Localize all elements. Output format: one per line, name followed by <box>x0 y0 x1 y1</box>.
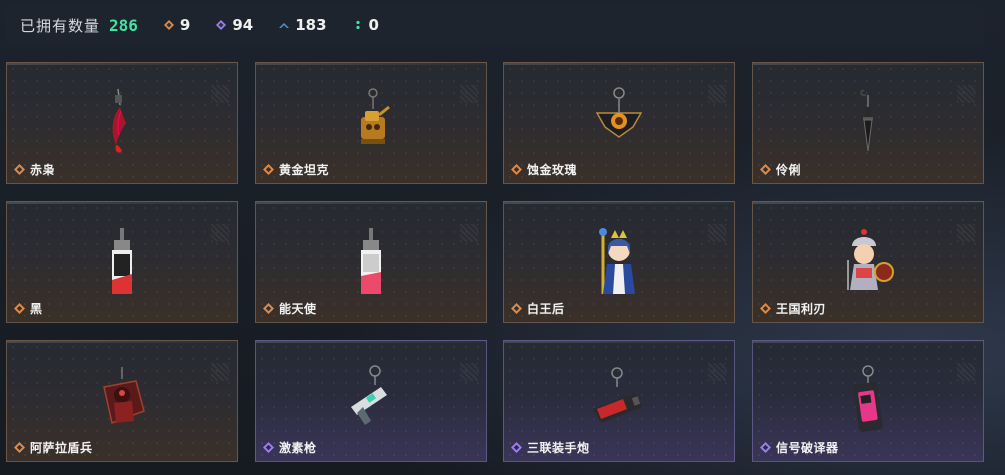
item-name: 王国利刃 <box>776 302 827 316</box>
card-top-line <box>504 341 734 343</box>
card-top-line <box>753 341 983 343</box>
item-name: 黄金坦克 <box>279 163 330 177</box>
purple-diamond-icon <box>760 442 771 453</box>
corner-pattern <box>957 85 975 103</box>
hormone-gun-charm-icon <box>351 365 387 425</box>
item-label-row: 信号破译器 <box>760 439 839 456</box>
item-name: 蚀金玫瑰 <box>527 163 578 177</box>
item-label-row: 能天使 <box>263 300 317 317</box>
signal-decoder-charm-icon <box>853 365 883 432</box>
orange-diamond-icon <box>263 303 274 314</box>
stat-green: 0 <box>353 16 379 34</box>
card-top-line <box>7 63 237 65</box>
item-name: 赤枭 <box>30 163 56 177</box>
eclipse-rose-charm-icon <box>595 87 643 138</box>
item-card[interactable]: 蚀金玫瑰 <box>503 62 735 184</box>
corner-pattern <box>211 363 229 381</box>
summary-bar: 已拥有数量 286 9 94 183 0 <box>6 6 984 44</box>
stat-orange: 9 <box>163 16 191 34</box>
card-top-line <box>753 202 983 204</box>
item-card[interactable]: 黄金坦克 <box>255 62 487 184</box>
orange-diamond-icon <box>163 20 174 30</box>
card-top-line <box>7 202 237 204</box>
card-top-line <box>256 202 486 204</box>
item-name: 伶俐 <box>776 163 802 177</box>
stat-green-value: 0 <box>368 16 379 34</box>
item-name: 黑 <box>30 302 43 316</box>
orange-diamond-icon <box>263 164 274 175</box>
black-card-charm-icon <box>112 228 132 294</box>
white-queen-charm-icon <box>599 228 635 294</box>
purple-diamond-icon <box>216 20 227 30</box>
item-label-row: 赤枭 <box>14 161 55 178</box>
purple-diamond-icon <box>511 442 522 453</box>
item-label-row: 黄金坦克 <box>263 161 329 178</box>
card-top-line <box>7 341 237 343</box>
item-name: 白王后 <box>527 302 565 316</box>
corner-pattern <box>211 85 229 103</box>
item-card[interactable]: 阿萨拉盾兵 <box>6 340 238 462</box>
orange-diamond-icon <box>760 303 771 314</box>
item-card[interactable]: 能天使 <box>255 201 487 323</box>
owned-count: 286 <box>109 15 138 35</box>
dagger-charm-icon <box>860 89 873 152</box>
item-label-row: 三联装手炮 <box>511 439 590 456</box>
item-label-row: 黑 <box>14 300 43 317</box>
green-dot-icon <box>355 20 360 30</box>
item-label-row: 王国利刃 <box>760 300 826 317</box>
item-card[interactable]: 三联装手炮 <box>503 340 735 462</box>
corner-pattern <box>211 224 229 242</box>
item-label-row: 阿萨拉盾兵 <box>14 439 93 456</box>
stat-orange-value: 9 <box>179 16 191 34</box>
item-name: 阿萨拉盾兵 <box>30 441 93 455</box>
item-card[interactable]: 伶俐 <box>752 62 984 184</box>
corner-pattern <box>708 363 726 381</box>
item-card[interactable]: 黑 <box>6 201 238 323</box>
corner-pattern <box>460 224 478 242</box>
triple-hand-cannon-charm-icon <box>593 367 643 423</box>
angel-card-charm-icon <box>361 228 381 294</box>
crimson-blade-charm-icon <box>112 88 126 153</box>
corner-pattern <box>708 224 726 242</box>
card-top-line <box>504 63 734 65</box>
card-top-line <box>256 63 486 65</box>
golden-tank-charm-icon <box>361 88 390 144</box>
item-label-row: 白王后 <box>511 300 565 317</box>
item-label-row: 激素枪 <box>263 439 317 456</box>
corner-pattern <box>957 363 975 381</box>
item-card[interactable]: 王国利刃 <box>752 201 984 323</box>
orange-diamond-icon <box>760 164 771 175</box>
item-name: 能天使 <box>279 302 317 316</box>
item-label-row: 伶俐 <box>760 161 801 178</box>
item-card[interactable]: 信号破译器 <box>752 340 984 462</box>
kingdom-blade-charm-icon <box>847 229 894 290</box>
stat-purple-value: 94 <box>232 16 254 34</box>
corner-pattern <box>708 85 726 103</box>
card-top-line <box>504 202 734 204</box>
item-card[interactable]: 赤枭 <box>6 62 238 184</box>
item-name: 三联装手炮 <box>527 441 590 455</box>
item-card[interactable]: 激素枪 <box>255 340 487 462</box>
shield-soldier-charm-icon <box>103 367 145 425</box>
orange-diamond-icon <box>14 164 25 175</box>
purple-diamond-icon <box>263 442 274 453</box>
card-top-line <box>753 63 983 65</box>
orange-diamond-icon <box>14 442 25 453</box>
stat-purple: 94 <box>216 16 253 34</box>
item-name: 激素枪 <box>279 441 317 455</box>
orange-diamond-icon <box>511 303 522 314</box>
stat-blue-value: 183 <box>295 16 327 34</box>
item-label-row: 蚀金玫瑰 <box>511 161 577 178</box>
stat-blue: 183 <box>279 16 327 34</box>
orange-diamond-icon <box>14 303 25 314</box>
corner-pattern <box>460 85 478 103</box>
card-top-line <box>256 341 486 343</box>
blue-chevron-icon <box>279 23 290 28</box>
owned-label: 已拥有数量 <box>20 17 101 35</box>
item-card[interactable]: 白王后 <box>503 201 735 323</box>
item-name: 信号破译器 <box>776 441 839 455</box>
corner-pattern <box>460 363 478 381</box>
orange-diamond-icon <box>511 164 522 175</box>
corner-pattern <box>957 224 975 242</box>
